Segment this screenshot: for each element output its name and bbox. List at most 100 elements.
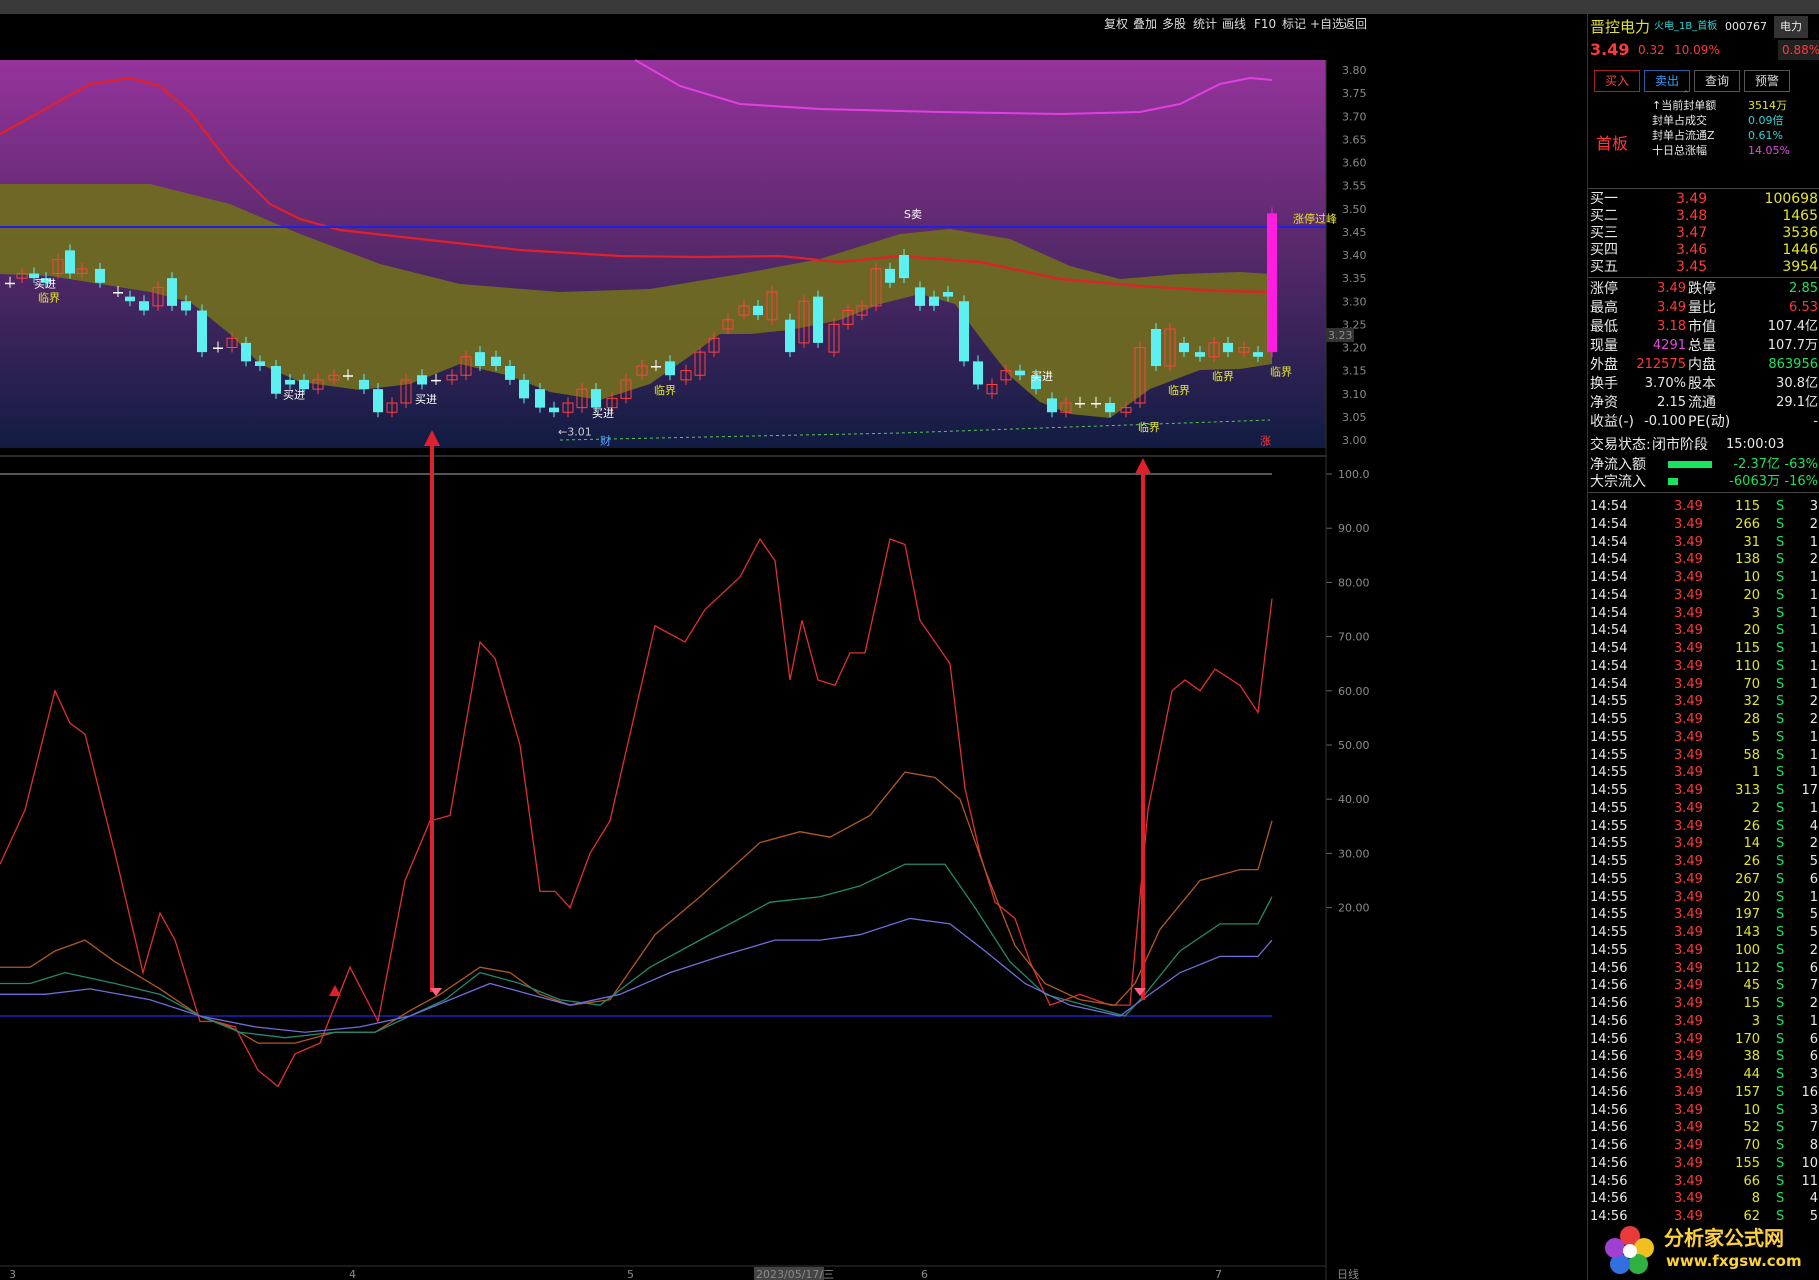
candle-body xyxy=(1195,352,1205,357)
tick-row: 14:56 3.49 38 S 6 xyxy=(1588,1048,1819,1065)
indicator-axis-label: 20.00 xyxy=(1338,902,1370,915)
tick-time: 14:55 xyxy=(1590,694,1628,710)
toolbar-item[interactable]: 标记 xyxy=(1282,14,1306,34)
tick-volume: 3 xyxy=(1751,605,1760,621)
tick-count: 7 xyxy=(1809,1120,1818,1136)
stat-row: 最低 3.18 市值 107.4亿 xyxy=(1588,318,1819,336)
tick-price: 3.49 xyxy=(1674,836,1703,852)
order-level-volume: 3536 xyxy=(1782,225,1818,241)
limit-info-label: 封单占成交 xyxy=(1652,114,1707,127)
tick-side: S xyxy=(1776,942,1785,958)
sector-badge[interactable]: 电力 xyxy=(1774,16,1808,38)
tick-volume: 10 xyxy=(1743,1102,1760,1118)
price-axis-label: 3.45 xyxy=(1342,226,1367,239)
stat-row: 最高 3.49 量比 6.53 xyxy=(1588,299,1819,317)
toolbar-item[interactable]: +自选 xyxy=(1310,14,1344,34)
chart-annotation: 买进 xyxy=(1031,370,1053,383)
flow-bar xyxy=(1668,478,1678,485)
tick-volume: 31 xyxy=(1743,534,1760,550)
tick-row: 14:54 3.49 115 S 3 xyxy=(1588,498,1819,515)
toolbar-item[interactable]: 叠加 xyxy=(1133,14,1157,34)
sell-button[interactable]: 卖出 xyxy=(1644,70,1690,92)
tick-count: 1 xyxy=(1809,729,1818,745)
tick-count: 6 xyxy=(1809,1031,1818,1047)
chart-annotation: 涨 xyxy=(1260,435,1271,448)
tick-time: 14:54 xyxy=(1590,499,1628,514)
stock-code: 000767 xyxy=(1725,20,1767,33)
stat-label: 最高 xyxy=(1590,300,1618,316)
candle-body xyxy=(431,379,441,382)
order-level-label: 买四 xyxy=(1590,242,1618,258)
tick-count: 6 xyxy=(1809,960,1818,976)
toolbar-item[interactable]: 画线 xyxy=(1222,14,1246,34)
stat-value: 6.53 xyxy=(1789,300,1818,315)
tick-price: 3.49 xyxy=(1674,534,1703,550)
candle-body xyxy=(1047,398,1057,413)
tick-count: 11 xyxy=(1801,1173,1818,1189)
toolbar-item[interactable]: 返回 xyxy=(1343,14,1367,34)
tick-volume: 58 xyxy=(1743,747,1760,763)
order-level-row[interactable]: 买五 3.45 3954 xyxy=(1588,258,1819,276)
tick-row: 14:55 3.49 5 S 1 xyxy=(1588,729,1819,746)
logo-url: www.fxgsw.com xyxy=(1666,1252,1802,1270)
fund-flow-row: 大宗流入 -6063万 -16% xyxy=(1588,473,1819,491)
order-level-row[interactable]: 买三 3.47 3536 xyxy=(1588,224,1819,242)
tick-time: 14:56 xyxy=(1590,1013,1628,1029)
query-button[interactable]: 查询 xyxy=(1694,70,1740,92)
tick-row: 14:56 3.49 8 S 4 xyxy=(1588,1190,1819,1207)
tick-side: S xyxy=(1776,1155,1785,1171)
candle-body xyxy=(885,268,895,283)
status-label: 交易状态: xyxy=(1590,437,1651,453)
order-level-row[interactable]: 买一 3.49 100698 xyxy=(1588,190,1819,208)
stat-row: 涨停 3.49 跌停 2.85 xyxy=(1588,280,1819,298)
toolbar-item[interactable]: 统计 xyxy=(1193,14,1217,34)
tick-row: 14:56 3.49 44 S 3 xyxy=(1588,1066,1819,1083)
tick-row: 14:55 3.49 28 S 2 xyxy=(1588,711,1819,728)
alert-button[interactable]: 预警 xyxy=(1744,70,1790,92)
chart-annotation: 临界 xyxy=(1212,369,1234,383)
tick-count: 10 xyxy=(1801,1155,1818,1171)
stat-row: 收益(-) -0.100 PE(动) - xyxy=(1588,413,1819,431)
tick-time: 14:55 xyxy=(1590,712,1628,727)
divider xyxy=(1588,188,1819,189)
toolbar-item[interactable]: 多股 xyxy=(1162,14,1186,34)
tick-side: S xyxy=(1776,1191,1785,1207)
tick-volume: 157 xyxy=(1735,1084,1760,1100)
tick-price: 3.49 xyxy=(1674,1031,1703,1047)
order-level-row[interactable]: 买四 3.46 1446 xyxy=(1588,241,1819,259)
tick-side: S xyxy=(1776,676,1785,692)
tick-price: 3.49 xyxy=(1674,942,1703,958)
tick-row: 14:55 3.49 197 S 5 xyxy=(1588,906,1819,923)
fund-flow-row: 净流入额 -2.37亿 -63% xyxy=(1588,456,1819,474)
price-axis: 3.80 3.75 3.70 3.65 3.60 3.55 3.50 3.45 3.40 3.35… xyxy=(1342,64,1367,447)
tick-price: 3.49 xyxy=(1674,889,1703,905)
stock-name[interactable]: 晋控电力 xyxy=(1590,16,1650,38)
candle-body xyxy=(519,379,529,399)
candle-body xyxy=(95,268,105,283)
candle-body xyxy=(285,379,295,385)
candle-body xyxy=(1075,403,1085,405)
limit-info-label: 封单占流通Z xyxy=(1652,129,1715,142)
buy-button[interactable]: 买入 xyxy=(1594,70,1640,92)
period-label[interactable]: 日线 xyxy=(1337,1267,1359,1280)
tick-row: 14:55 3.49 20 S 1 xyxy=(1588,889,1819,906)
order-level-price: 3.49 xyxy=(1676,191,1708,207)
toolbar-item[interactable]: F10 xyxy=(1254,14,1276,34)
candle-body xyxy=(255,361,265,366)
stat-value: 2.85 xyxy=(1789,281,1818,296)
date-axis-label: 4 xyxy=(349,1268,356,1280)
tick-count: 1 xyxy=(1809,889,1818,905)
chart-area[interactable]: 3.80 3.75 3.70 3.65 3.60 3.55 3.50 3.45 3.40 3.35… xyxy=(0,34,1587,1280)
tick-count: 1 xyxy=(1809,747,1818,763)
order-level-row[interactable]: 买二 3.48 1465 xyxy=(1588,207,1819,225)
tick-price: 3.49 xyxy=(1674,1155,1703,1171)
tick-price: 3.49 xyxy=(1674,1049,1703,1065)
tick-time: 14:54 xyxy=(1590,570,1628,585)
tick-side: S xyxy=(1776,818,1785,834)
flow-pct: -63% xyxy=(1784,457,1818,472)
flower-logo-icon xyxy=(1605,1226,1654,1274)
price-axis-label: 3.50 xyxy=(1342,203,1367,216)
tick-volume: 2 xyxy=(1751,800,1760,816)
toolbar-item[interactable]: 复权 xyxy=(1104,14,1128,34)
tick-side: S xyxy=(1776,747,1785,763)
